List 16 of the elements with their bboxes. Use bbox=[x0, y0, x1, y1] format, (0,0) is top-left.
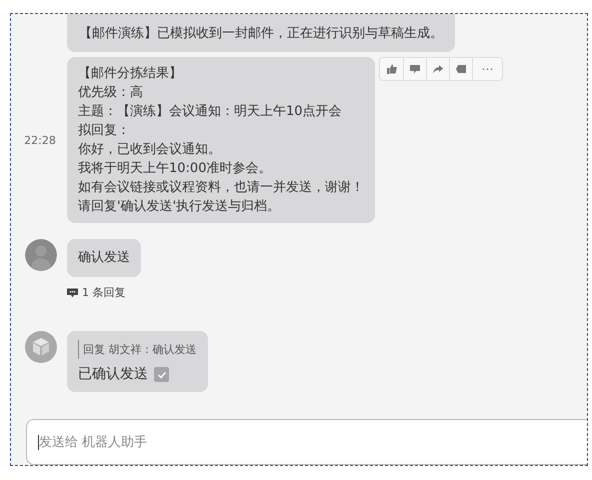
replies-link[interactable]: 1 条回复 bbox=[67, 285, 126, 300]
message-bubble: 确认发送 bbox=[67, 239, 141, 277]
thumbs-up-icon bbox=[386, 64, 396, 74]
tag-icon bbox=[456, 64, 466, 74]
message-text: 已确认发送 bbox=[78, 365, 148, 384]
forward-arrow-icon bbox=[433, 64, 443, 74]
message-bubble: 【邮件分拣结果】 优先级：高 主题：【演练】会议通知：明天上午10点开会 拟回复： 你好，已收到会议通知。 我将于明天上午10:00准时参会。 如有会议链接或议程资料，也请一并发送，谢谢！ 请回复'确认发送'执行发送与归档。 bbox=[67, 57, 375, 223]
message-time: 22:28 bbox=[23, 134, 56, 146]
cube-avatar-icon bbox=[25, 331, 57, 363]
speech-bubble-icon bbox=[410, 64, 420, 74]
quoted-reply: 回复 胡文祥：确认发送 bbox=[78, 340, 196, 359]
more-button[interactable]: ⋯ bbox=[472, 58, 502, 80]
message-bubble: 【邮件演练】已模拟收到一封邮件，正在进行识别与草稿生成。 bbox=[67, 14, 455, 52]
speech-bubble-icon bbox=[67, 288, 78, 298]
avatar-icon bbox=[25, 239, 57, 271]
message-input[interactable]: 发送给 机器人助手 bbox=[26, 419, 587, 465]
